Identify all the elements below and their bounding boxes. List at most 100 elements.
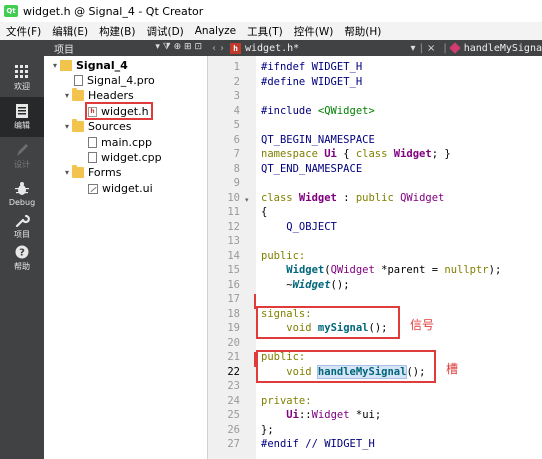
menu-debug[interactable]: 调试(D) bbox=[146, 24, 183, 39]
line-number: 12 bbox=[227, 220, 240, 233]
menu-file[interactable]: 文件(F) bbox=[6, 24, 41, 39]
line-number: 15 bbox=[227, 264, 240, 276]
line-number: 21 bbox=[227, 351, 240, 363]
open-file-tab[interactable]: widget.h* bbox=[245, 43, 299, 54]
line-number: 16 bbox=[227, 278, 240, 291]
code-line-24: private: bbox=[261, 394, 312, 407]
line-number: 6 bbox=[233, 133, 240, 146]
edit-doc-icon bbox=[16, 103, 28, 118]
wrench-icon bbox=[15, 214, 30, 227]
slot-annotation-box bbox=[256, 350, 436, 383]
code-line-4: #include <QWidget> bbox=[261, 104, 375, 117]
chevron-down-icon[interactable]: ▾ bbox=[62, 168, 72, 177]
line-number: 7 bbox=[233, 148, 240, 160]
menu-edit[interactable]: 编辑(E) bbox=[52, 24, 88, 39]
project-tree: ▾ Signal_4 Signal_4.pro ▾ Headers h widg… bbox=[44, 56, 208, 459]
ui-file-icon bbox=[88, 183, 98, 194]
code-line-16: ~Widget(); bbox=[261, 278, 350, 291]
menu-help[interactable]: 帮助(H) bbox=[344, 24, 381, 39]
nav-forward-icon[interactable]: › bbox=[220, 43, 224, 54]
line-number: 17 bbox=[227, 293, 240, 305]
header-file-badge-icon: h bbox=[230, 42, 241, 54]
tree-item-widget-cpp[interactable]: widget.cpp bbox=[88, 150, 162, 165]
mode-design[interactable]: 设计 bbox=[0, 136, 44, 176]
mode-design-label: 设计 bbox=[14, 159, 30, 169]
qt-creator-icon: Qt bbox=[4, 5, 18, 17]
line-number: 18 bbox=[227, 307, 240, 320]
line-number: 26 bbox=[227, 423, 240, 436]
current-symbol[interactable]: handleMySigna bbox=[464, 43, 542, 54]
fold-arrow-icon[interactable]: ▾ bbox=[245, 196, 249, 204]
line-number: 5 bbox=[233, 119, 240, 131]
separator: | bbox=[443, 42, 447, 54]
chevron-down-icon[interactable]: ▾ bbox=[50, 61, 60, 70]
folder-icon bbox=[72, 119, 84, 132]
symbol-icon bbox=[449, 42, 461, 54]
menu-tools[interactable]: 工具(T) bbox=[247, 24, 283, 39]
code-line-10: class Widget : public QWidget bbox=[261, 191, 445, 204]
folder-icon bbox=[72, 88, 84, 101]
line-number: 27 bbox=[227, 438, 240, 450]
chevron-down-icon[interactable]: ▾ bbox=[62, 122, 72, 131]
line-number: 25 bbox=[227, 409, 240, 421]
tree-item-project[interactable]: ▾ Signal_4 bbox=[50, 58, 128, 73]
menu-widgets[interactable]: 控件(W) bbox=[294, 24, 334, 39]
editor-toolbar: ‹ › h widget.h* ▾ | × | handleMySigna bbox=[208, 40, 542, 56]
tree-item-pro-file[interactable]: Signal_4.pro bbox=[74, 73, 155, 88]
code-line-11: { bbox=[261, 206, 268, 218]
pen-icon bbox=[17, 143, 28, 156]
menu-analyze[interactable]: Analyze bbox=[195, 25, 236, 37]
mode-bar: 欢迎 编辑 设计 Debug 项目 ? 帮助 bbox=[0, 40, 44, 459]
line-number: 13 bbox=[227, 235, 240, 247]
panel-toolbar-icons[interactable]: ▾ ⧩ ⊕ ⊞ ⊡ bbox=[155, 42, 202, 52]
chevron-down-icon[interactable]: ▾ bbox=[62, 91, 72, 100]
tree-item-sources[interactable]: ▾ Sources bbox=[62, 119, 132, 134]
code-line-7: namespace Ui { class Widget; } bbox=[261, 148, 451, 160]
folder-icon bbox=[72, 165, 84, 178]
line-number: 4 bbox=[233, 104, 240, 117]
tree-item-headers[interactable]: ▾ Headers bbox=[62, 88, 134, 103]
close-file-icon[interactable]: × bbox=[427, 43, 435, 54]
nav-back-icon[interactable]: ‹ bbox=[212, 43, 216, 54]
line-number: 11 bbox=[227, 206, 240, 218]
menu-bar: 文件(F) 编辑(E) 构建(B) 调试(D) Analyze 工具(T) 控件… bbox=[0, 22, 542, 40]
tree-item-widget-ui[interactable]: widget.ui bbox=[88, 181, 153, 196]
mode-welcome-label: 欢迎 bbox=[14, 81, 30, 91]
signal-annotation-box bbox=[256, 306, 400, 339]
mode-help[interactable]: ? 帮助 bbox=[0, 238, 44, 278]
svg-text:?: ? bbox=[19, 247, 25, 258]
line-number: 14 bbox=[227, 249, 240, 262]
line-number: 20 bbox=[227, 336, 240, 349]
mode-edit[interactable]: 编辑 bbox=[0, 97, 44, 137]
mode-edit-label: 编辑 bbox=[14, 120, 30, 130]
line-number: 9 bbox=[233, 177, 240, 189]
slot-annotation-label: 槽 bbox=[446, 362, 459, 376]
code-line-25: Ui::Widget *ui; bbox=[286, 409, 382, 421]
menu-build[interactable]: 构建(B) bbox=[99, 24, 135, 39]
line-number: 2 bbox=[233, 75, 240, 88]
forms-label: Forms bbox=[88, 166, 122, 179]
mode-welcome[interactable]: 欢迎 bbox=[0, 58, 44, 98]
project-name: Signal_4 bbox=[76, 59, 128, 72]
window-title: widget.h @ Signal_4 - Qt Creator bbox=[23, 4, 204, 18]
cpp-file-icon bbox=[88, 152, 97, 163]
projects-panel-header: 项目 ▾ ⧩ ⊕ ⊞ ⊡ bbox=[44, 40, 208, 56]
code-line-14: public: bbox=[261, 249, 306, 262]
line-number: 10 bbox=[227, 191, 240, 204]
tree-item-main-cpp[interactable]: main.cpp bbox=[88, 135, 152, 150]
code-line-8: QT_END_NAMESPACE bbox=[261, 162, 363, 175]
projects-panel-title[interactable]: 项目 bbox=[54, 41, 74, 56]
mode-help-label: 帮助 bbox=[14, 261, 30, 271]
code-line-26: }; bbox=[261, 423, 274, 436]
separator: | bbox=[419, 42, 423, 54]
sources-label: Sources bbox=[88, 120, 132, 133]
line-number: 8 bbox=[233, 162, 240, 175]
tree-item-forms[interactable]: ▾ Forms bbox=[62, 165, 121, 180]
code-line-2: #define WIDGET_H bbox=[261, 75, 363, 88]
file-dropdown-icon[interactable]: ▾ bbox=[411, 43, 416, 54]
project-folder-icon bbox=[60, 60, 72, 71]
line-number: 23 bbox=[227, 380, 240, 392]
line-number: 1 bbox=[233, 61, 240, 73]
line-number: 3 bbox=[233, 90, 240, 102]
code-line-27: #endif // WIDGET_H bbox=[261, 438, 375, 450]
